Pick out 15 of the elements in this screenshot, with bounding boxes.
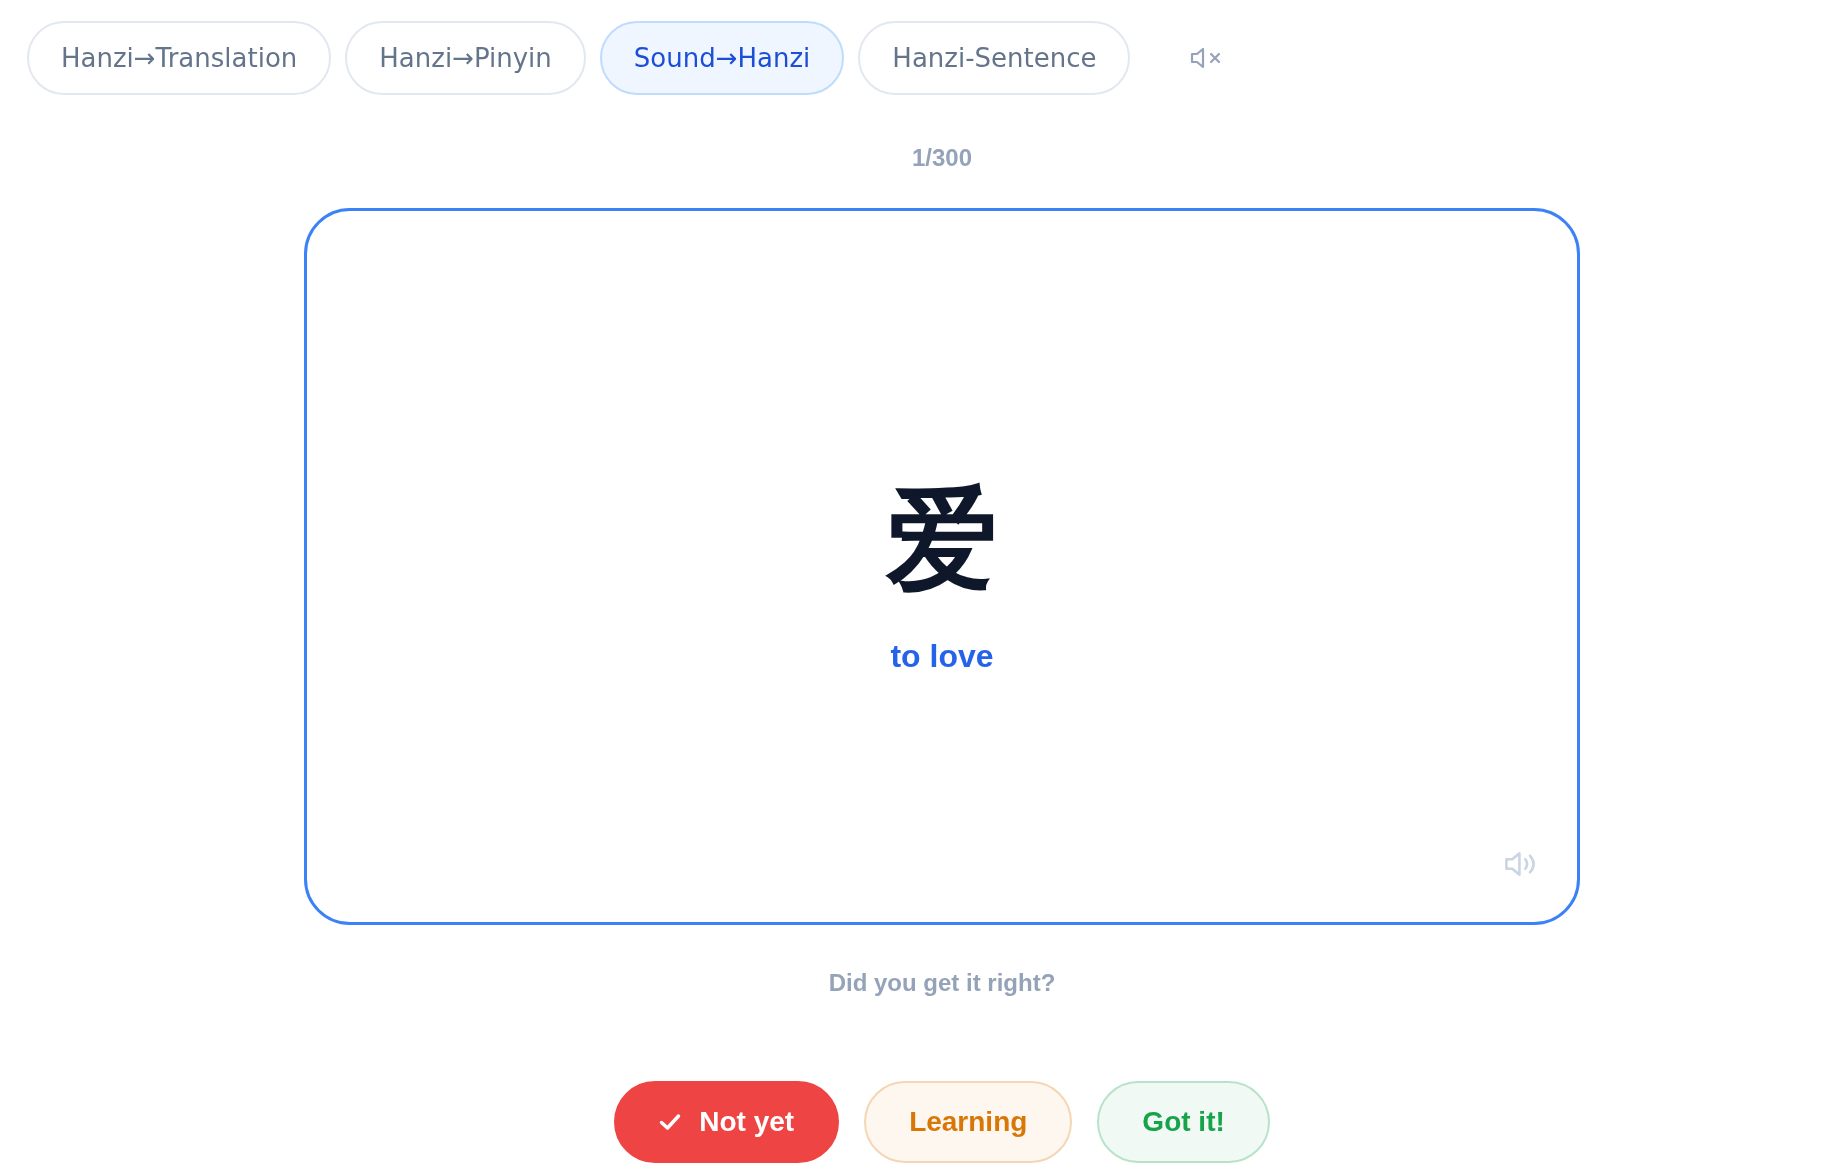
rating-button[interactable]: Got it! xyxy=(1097,1081,1270,1163)
rating-button[interactable]: Learning xyxy=(864,1081,1073,1163)
muted-speaker-icon[interactable] xyxy=(1190,47,1222,69)
check-icon xyxy=(659,1113,682,1131)
mode-tab[interactable]: Hanzi→Pinyin xyxy=(345,21,586,95)
mode-tab[interactable]: Sound→Hanzi xyxy=(599,21,845,95)
speaker-icon[interactable] xyxy=(1504,851,1536,877)
translation-text: to love xyxy=(890,637,994,676)
rating-button[interactable]: Not yet xyxy=(614,1081,840,1163)
flashcard[interactable]: 爱 to love xyxy=(304,208,1580,925)
hanzi-character: 爱 xyxy=(886,473,998,606)
progress-counter: 1/300 xyxy=(911,144,973,172)
mode-tab[interactable]: Hanzi→Translation xyxy=(27,21,332,95)
question-text: Did you get it right? xyxy=(828,968,1056,998)
mode-tab[interactable]: Hanzi-Sentence xyxy=(858,21,1131,95)
